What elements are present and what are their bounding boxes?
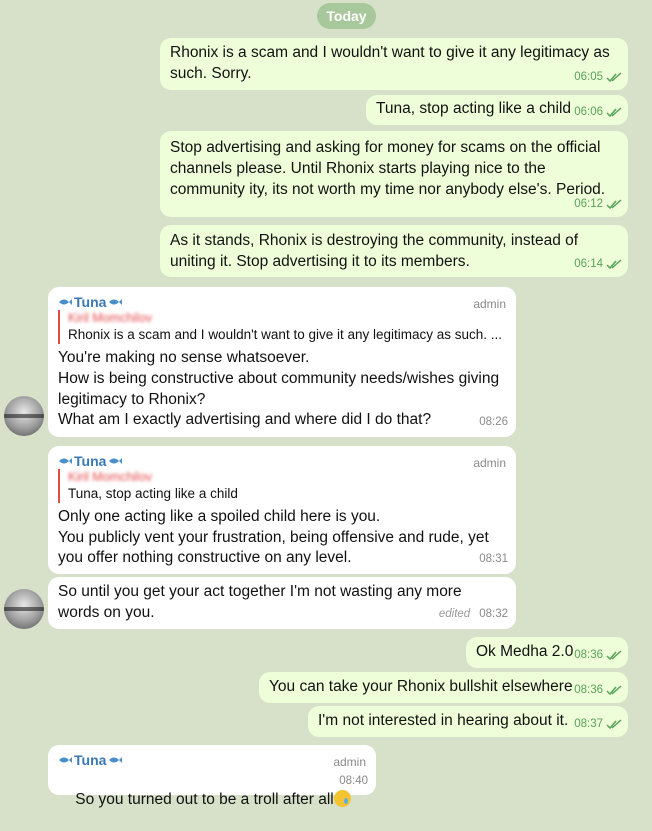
message-time: 08:40	[339, 775, 368, 788]
message-text-line: Only one acting like a spoiled child her…	[58, 508, 381, 525]
message-time: 08:31	[479, 553, 508, 566]
double-check-icon	[606, 650, 622, 661]
message-text-line: So until you get your act together I'm n…	[58, 583, 462, 600]
message-outgoing[interactable]: Rhonix is a scam and I wouldn't want to …	[160, 38, 628, 90]
message-meta: edited 08:32	[439, 604, 508, 625]
message-text-line: So you turned out to be a troll after al…	[75, 790, 334, 808]
double-check-icon	[606, 72, 622, 83]
double-check-icon	[606, 259, 622, 270]
message-text-line: How is being constructive about communit…	[58, 370, 500, 387]
message-incoming[interactable]: Tuna admin Kiril Momchilov Tuna, stop ac…	[48, 446, 516, 574]
reply-preview[interactable]: Kiril Momchilov Tuna, stop acting like a…	[58, 469, 508, 503]
reply-quoted-text: Rhonix is a scam and I wouldn't want to …	[68, 327, 503, 342]
message-text-line: legitimacy to Rhonix?	[58, 391, 206, 408]
message-time: 08:26	[479, 416, 508, 429]
message-meta: 08:31	[479, 549, 508, 570]
message-meta: 08:37	[574, 714, 622, 735]
fish-icon	[59, 299, 72, 306]
message-text-line: channels please. Until Rhonix starts pla…	[170, 160, 546, 177]
message-meta: 08:36	[574, 645, 622, 666]
message-meta: 08:36	[574, 680, 622, 701]
message-outgoing[interactable]: Tuna, stop acting like a child 06:06	[366, 95, 628, 125]
message-text-line: community ity, its not worth my time nor…	[170, 181, 606, 198]
message-text-line: you offer nothing constructive on any le…	[58, 549, 352, 566]
sad-tear-emoji-icon	[333, 789, 351, 807]
message-incoming[interactable]: Tuna admin So you turned out to be a tro…	[48, 745, 376, 808]
message-time: 08:36	[574, 649, 603, 662]
message-meta: 06:05	[574, 67, 622, 88]
message-outgoing[interactable]: I'm not interested in hearing about it. …	[308, 706, 628, 737]
date-separator: Today	[317, 3, 376, 29]
fish-icon	[109, 299, 123, 306]
message-outgoing[interactable]: As it stands, Rhonix is destroying the c…	[160, 225, 628, 277]
message-meta: 06:14	[574, 254, 622, 275]
reply-preview[interactable]: Kiril Momchilov Rhonix is a scam and I w…	[58, 310, 508, 344]
message-time: 06:05	[574, 71, 603, 84]
message-text-line: I'm not interested in hearing about it.	[318, 712, 569, 729]
double-check-icon	[606, 199, 622, 210]
double-check-icon	[606, 107, 622, 118]
sender-name-text: Tuna	[74, 752, 107, 768]
reply-sender-name: Kiril Momchilov	[68, 470, 153, 484]
message-meta: 06:06	[574, 102, 622, 123]
message-time: 08:32	[479, 608, 508, 621]
message-outgoing[interactable]: You can take your Rhonix bullshit elsewh…	[259, 672, 628, 703]
message-text-line: Ok Medha 2.0	[476, 643, 574, 660]
message-text-line: Tuna, stop acting like a child	[376, 100, 572, 117]
message-text-line: uniting it. Stop advertising it to its m…	[170, 253, 470, 270]
message-time: 06:14	[574, 258, 603, 271]
edited-label: edited	[438, 608, 471, 621]
fish-icon	[109, 757, 123, 764]
message-text-line: Stop advertising and asking for money fo…	[170, 139, 601, 156]
message-incoming[interactable]: Tuna admin Kiril Momchilov Rhonix is a s…	[48, 287, 516, 437]
reply-sender-name: Kiril Momchilov	[68, 311, 153, 325]
message-incoming[interactable]: So until you get your act together I'm n…	[48, 577, 516, 629]
sender-name[interactable]: Tuna	[58, 750, 123, 771]
double-check-icon	[606, 685, 622, 696]
avatar[interactable]	[4, 396, 44, 436]
message-text-line: As it stands, Rhonix is destroying the c…	[170, 232, 579, 249]
message-time: 08:36	[574, 684, 603, 697]
message-time: 08:37	[574, 718, 603, 731]
message-text-line: words on you.	[58, 604, 155, 621]
message-time: 06:12	[574, 198, 603, 211]
message-text-line: You publicly vent your frustration, bein…	[58, 529, 489, 546]
message-outgoing[interactable]: Stop advertising and asking for money fo…	[160, 131, 628, 217]
fish-icon	[109, 458, 123, 465]
fish-icon	[59, 757, 72, 764]
reply-quoted-text: Tuna, stop acting like a child	[68, 486, 238, 501]
message-text-line: You can take your Rhonix bullshit elsewh…	[269, 678, 573, 695]
message-meta: 08:26	[479, 412, 508, 433]
message-time: 06:06	[574, 106, 603, 119]
message-meta: 08:40	[339, 771, 368, 792]
fish-icon	[59, 458, 72, 465]
message-text-line: Rhonix is a scam and I wouldn't want to …	[170, 44, 610, 61]
message-text-line: You're making no sense whatsoever.	[58, 349, 310, 366]
message-meta: 06:12	[574, 194, 622, 215]
message-outgoing[interactable]: Ok Medha 2.0 08:36	[466, 637, 628, 668]
avatar[interactable]	[4, 589, 44, 629]
message-text-line: such. Sorry.	[170, 65, 252, 82]
message-text-line: What am I exactly advertising and where …	[58, 411, 432, 428]
double-check-icon	[606, 719, 622, 730]
